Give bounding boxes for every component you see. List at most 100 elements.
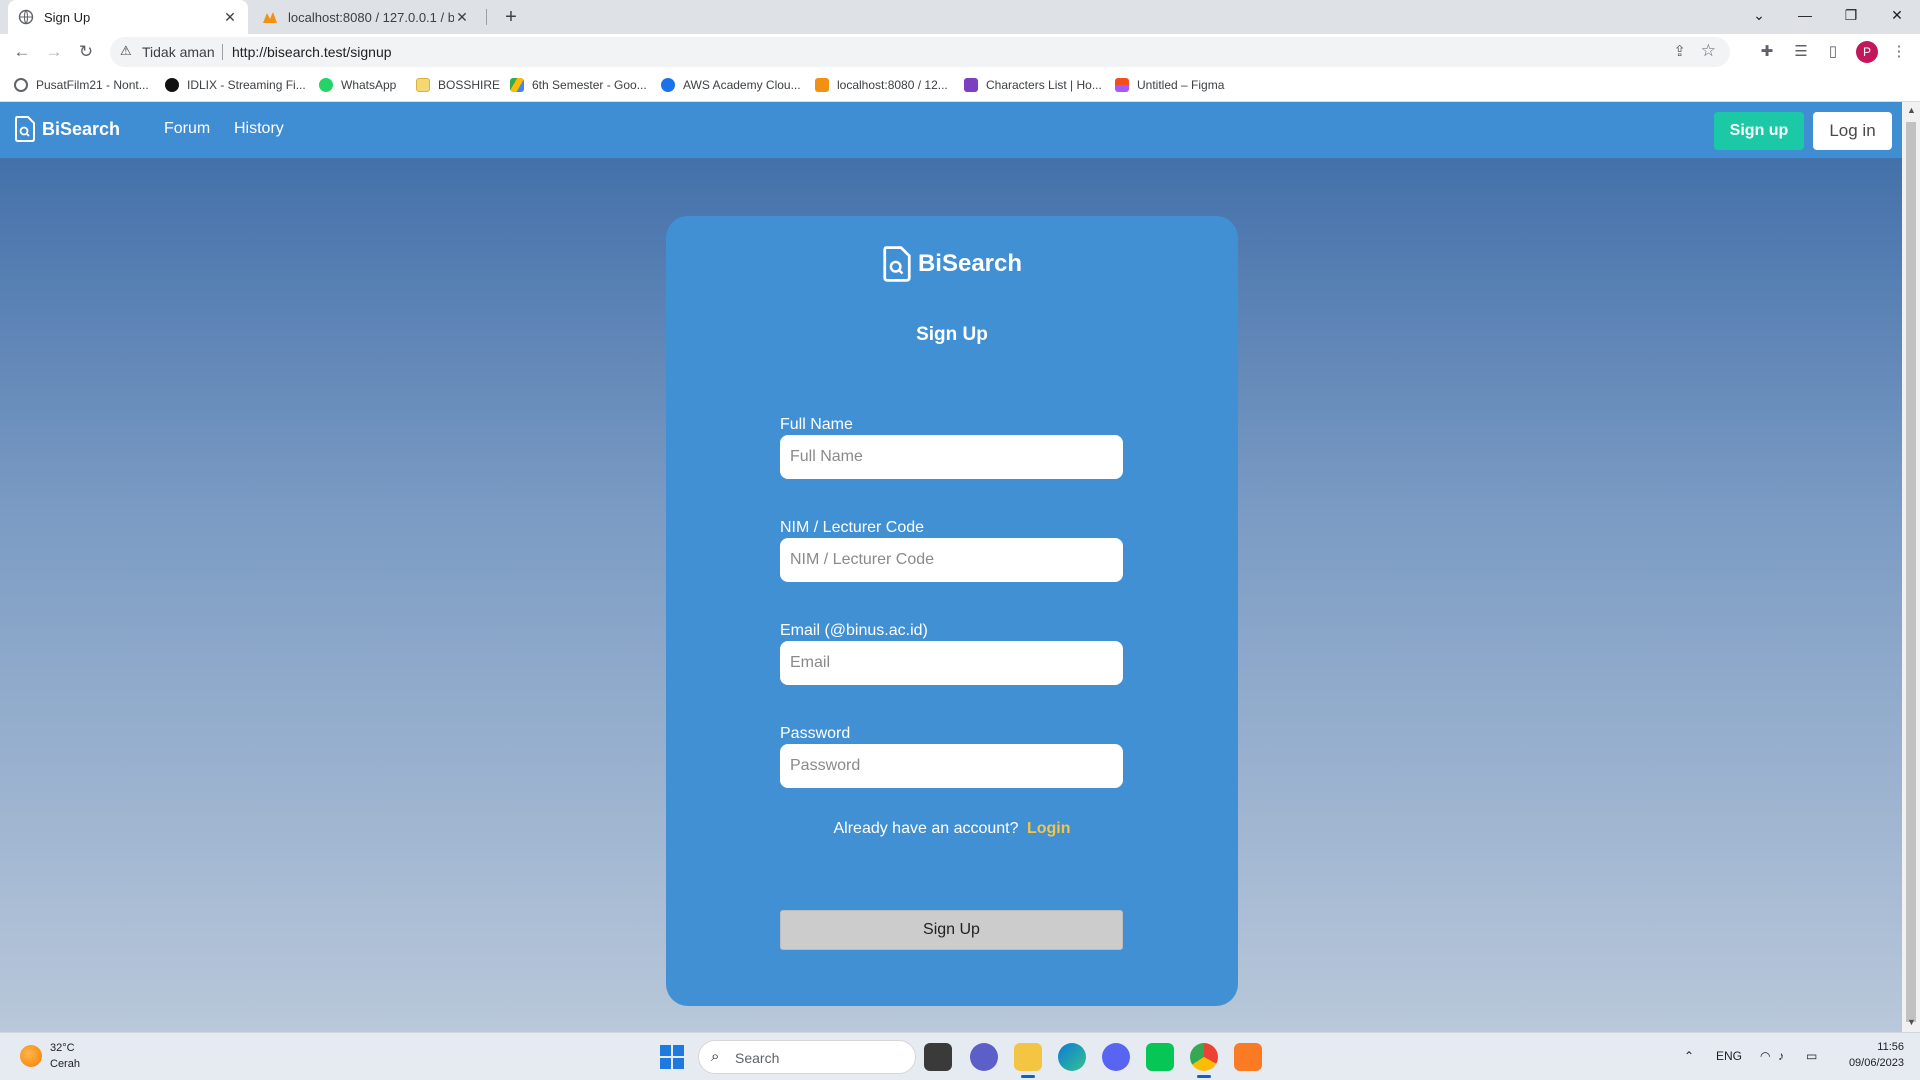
url-text[interactable]: http://bisearch.test/signup: [232, 44, 392, 60]
login-link[interactable]: Login: [1027, 820, 1071, 837]
signup-nav-button[interactable]: Sign up: [1714, 112, 1804, 150]
language-indicator[interactable]: ENG: [1716, 1049, 1742, 1063]
security-label[interactable]: Tidak aman: [142, 44, 215, 60]
globe-icon: [14, 78, 28, 92]
tab-sign-up[interactable]: Sign Up ✕: [8, 0, 248, 34]
scroll-down-arrow-icon[interactable]: ▼: [1907, 1017, 1916, 1027]
running-indicator: [1021, 1075, 1035, 1078]
task-view-icon[interactable]: [924, 1043, 952, 1071]
reload-icon[interactable]: ↻: [74, 40, 98, 64]
nav-forum-link[interactable]: Forum: [164, 120, 210, 138]
password-input[interactable]: [780, 744, 1123, 788]
signup-card: BiSearch Sign Up Full Name NIM / Lecture…: [666, 216, 1238, 1006]
minimize-button[interactable]: —: [1782, 0, 1828, 34]
form-title: Sign Up: [916, 324, 988, 345]
document-search-icon: [883, 246, 911, 282]
tab-title: Sign Up: [44, 9, 91, 25]
email-label: Email (@binus.ac.id): [780, 622, 928, 639]
figma-icon: [1115, 78, 1129, 92]
phpmyadmin-icon: [263, 12, 277, 23]
clock-time[interactable]: 11:56: [1868, 1041, 1904, 1053]
email-input[interactable]: [780, 641, 1123, 685]
bookmark-whatsapp[interactable]: WhatsApp: [319, 78, 396, 92]
bookmark-idlix[interactable]: IDLIX - Streaming Fi...: [165, 78, 306, 92]
brand-name: BiSearch: [42, 118, 121, 139]
cloud-icon: [661, 78, 675, 92]
card-logo: BiSearch: [666, 246, 1238, 282]
tab-phpmyadmin[interactable]: localhost:8080 / 127.0.0.1 / bisea ✕: [252, 0, 480, 34]
bookmark-localhost[interactable]: localhost:8080 / 12...: [815, 78, 948, 92]
browser-tab-bar: Sign Up ✕ localhost:8080 / 127.0.0.1 / b…: [0, 0, 1920, 34]
windows-start-icon[interactable]: [660, 1045, 684, 1069]
extensions-icon[interactable]: ✚: [1756, 42, 1778, 62]
google-drive-icon: [510, 78, 524, 92]
bookmark-characters-list[interactable]: Characters List | Ho...: [964, 78, 1102, 92]
address-bar[interactable]: ⚠ Tidak aman http://bisearch.test/signup…: [110, 37, 1730, 67]
search-icon: ⌕: [711, 1048, 720, 1065]
battery-icon[interactable]: ▭: [1806, 1049, 1817, 1063]
site-logo[interactable]: BiSearch: [14, 116, 120, 142]
edge-icon[interactable]: [1058, 1043, 1086, 1071]
nav-history-link[interactable]: History: [234, 120, 284, 138]
weather-temperature[interactable]: 32°C: [50, 1042, 75, 1054]
taskbar-search[interactable]: ⌕ Search: [698, 1040, 916, 1074]
close-window-button[interactable]: ✕: [1874, 0, 1920, 34]
weather-sun-icon[interactable]: [20, 1045, 42, 1067]
page-viewport: BiSearch Forum History Sign up Log in Bi…: [0, 102, 1902, 1032]
site-navbar: BiSearch Forum History Sign up Log in: [0, 102, 1902, 158]
login-nav-button[interactable]: Log in: [1813, 112, 1892, 150]
idlix-icon: [165, 78, 179, 92]
nim-label: NIM / Lecturer Code: [780, 519, 925, 536]
bookmark-bosshire[interactable]: BOSSHIRE: [416, 78, 500, 92]
document-search-icon: [15, 116, 35, 142]
globe-icon: [18, 9, 34, 25]
bookmark-figma[interactable]: Untitled – Figma: [1115, 78, 1224, 92]
discord-icon[interactable]: [1102, 1043, 1130, 1071]
scroll-up-arrow-icon[interactable]: ▲: [1907, 105, 1916, 115]
site-icon: [964, 78, 978, 92]
wifi-icon[interactable]: ◠: [1760, 1049, 1770, 1063]
profile-avatar[interactable]: P: [1856, 41, 1878, 63]
folder-icon: [416, 78, 430, 92]
clock-date[interactable]: 09/06/2023: [1836, 1057, 1904, 1069]
share-icon[interactable]: ⇪: [1673, 42, 1686, 60]
account-prompt-text: Already have an account?: [833, 820, 1019, 837]
back-arrow-icon[interactable]: ←: [10, 40, 34, 64]
tab-search-icon[interactable]: ⌄: [1736, 0, 1782, 34]
forward-arrow-icon[interactable]: →: [42, 40, 66, 64]
page-scrollbar[interactable]: ▲ ▼: [1902, 102, 1920, 1032]
signup-submit-button[interactable]: Sign Up: [780, 910, 1123, 950]
xampp-icon[interactable]: [1234, 1043, 1262, 1071]
more-menu-icon[interactable]: ⋮: [1888, 42, 1910, 62]
file-explorer-icon[interactable]: [1014, 1043, 1042, 1071]
weather-condition[interactable]: Cerah: [50, 1058, 80, 1070]
tab-divider: [486, 9, 487, 25]
browser-toolbar: ← → ↻ ⚠ Tidak aman http://bisearch.test/…: [0, 34, 1920, 70]
volume-icon[interactable]: ♪: [1778, 1049, 1784, 1063]
windows-taskbar: 32°C Cerah ⌕ Search ⌃ ENG ◠ ♪ ▭ 11:56 09…: [0, 1032, 1920, 1080]
bookmark-aws-academy[interactable]: AWS Academy Clou...: [661, 78, 801, 92]
bookmark-star-icon[interactable]: ☆: [1701, 41, 1716, 61]
phpmyadmin-icon: [815, 78, 829, 92]
side-panel-icon[interactable]: ▯: [1822, 42, 1844, 62]
chrome-icon[interactable]: [1190, 1043, 1218, 1071]
bookmarks-bar: PusatFilm21 - Nont... IDLIX - Streaming …: [0, 70, 1920, 102]
bookmark-6th-semester[interactable]: 6th Semester - Goo...: [510, 78, 647, 92]
teams-chat-icon[interactable]: [970, 1043, 998, 1071]
tab-title: localhost:8080 / 127.0.0.1 / bisea: [288, 9, 454, 25]
warning-icon[interactable]: ⚠: [120, 43, 132, 59]
nim-input[interactable]: [780, 538, 1123, 582]
scrollbar-thumb[interactable]: [1906, 122, 1916, 1022]
close-tab-icon[interactable]: ✕: [222, 9, 238, 26]
tray-chevron-up-icon[interactable]: ⌃: [1684, 1049, 1694, 1063]
full-name-input[interactable]: [780, 435, 1123, 479]
line-icon[interactable]: [1146, 1043, 1174, 1071]
reading-list-icon[interactable]: ☰: [1790, 42, 1812, 62]
omnibox-divider: [222, 44, 223, 60]
taskbar-search-label: Search: [735, 1050, 780, 1066]
restore-button[interactable]: ❐: [1828, 0, 1874, 34]
close-tab-icon[interactable]: ✕: [454, 9, 470, 26]
bookmark-pusatfilm21[interactable]: PusatFilm21 - Nont...: [14, 78, 149, 92]
account-prompt: Already have an account? Login: [666, 820, 1238, 838]
new-tab-button[interactable]: +: [498, 4, 524, 30]
